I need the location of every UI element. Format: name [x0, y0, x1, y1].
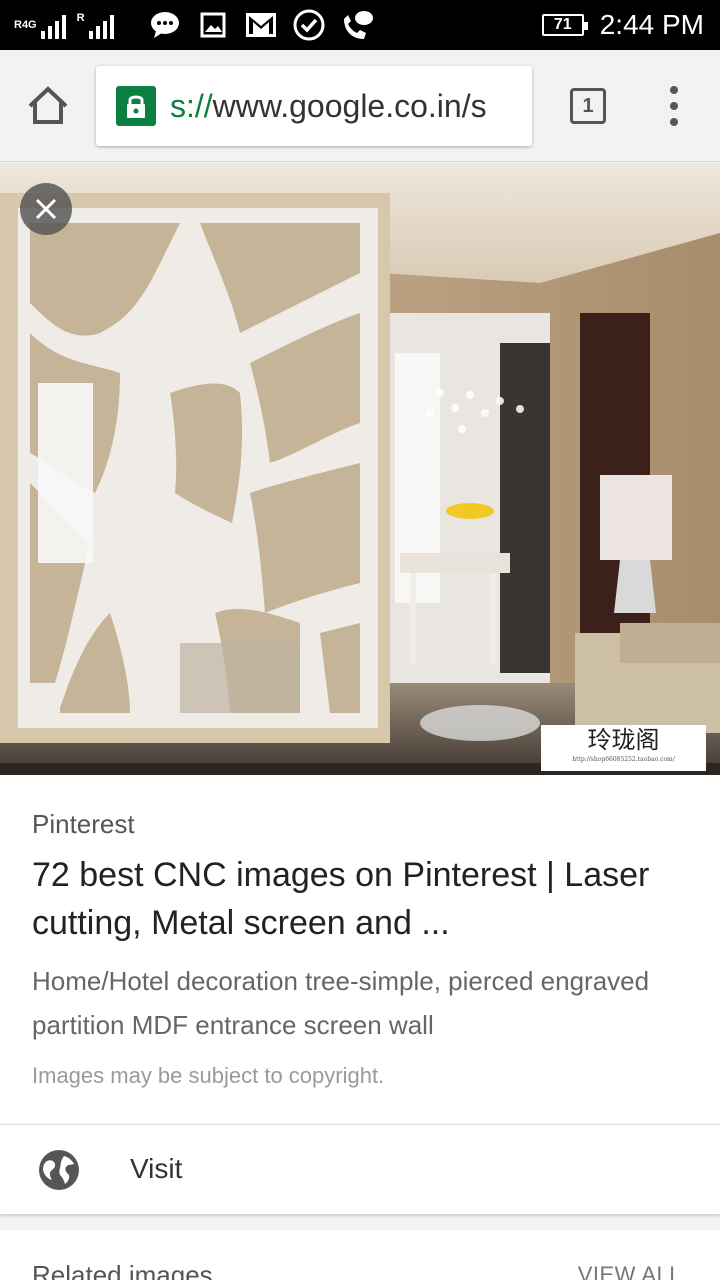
status-right: 71 2:44 PM	[541, 8, 704, 42]
globe-icon	[39, 1150, 79, 1190]
watermark-url: http://shop66085252.taobao.com/	[572, 756, 675, 763]
clock: 2:44 PM	[599, 9, 704, 40]
close-button[interactable]	[20, 183, 72, 235]
room-photo	[0, 163, 720, 775]
browser-toolbar: s://www.google.co.in/s 1	[0, 50, 720, 162]
result-title[interactable]: 72 best CNC images on Pinterest | Laser …	[32, 851, 700, 947]
status-bar: R4G R 71 2:44 PM	[0, 0, 720, 50]
home-button[interactable]	[24, 82, 72, 130]
copyright-notice: Images may be subject to copyright.	[32, 1063, 385, 1088]
watermark-text: 玲珑阁	[587, 726, 660, 754]
result-source: Pinterest	[32, 809, 135, 839]
missed-call-icon	[340, 8, 374, 42]
result-description: Home/Hotel decoration tree-simple, pierc…	[32, 966, 650, 1040]
roaming-indicator: R	[76, 11, 85, 24]
gmail-icon	[244, 8, 278, 42]
overflow-menu-icon[interactable]	[664, 86, 684, 126]
related-images-section: Related images VIEW ALL	[0, 1230, 720, 1280]
close-icon	[35, 198, 57, 220]
battery-icon: 71	[541, 14, 588, 36]
result-card: Pinterest 72 best CNC images on Pinteres…	[0, 775, 720, 1123]
watermark: 玲珑阁 http://shop66085252.taobao.com/	[541, 725, 706, 771]
signal-group: R4G R	[14, 8, 125, 42]
network-type: R4G	[14, 18, 37, 31]
url-host: www.google.co.in/s	[212, 88, 487, 124]
notification-icons	[148, 8, 388, 42]
url-text[interactable]: s://www.google.co.in/s	[170, 86, 487, 126]
image-preview[interactable]: 玲珑阁 http://shop66085252.taobao.com/	[0, 163, 720, 775]
visit-label: Visit	[130, 1153, 183, 1184]
image-icon	[196, 8, 230, 42]
home-icon	[28, 86, 68, 124]
view-all-button[interactable]: VIEW ALL	[578, 1262, 682, 1280]
url-bar[interactable]: s://www.google.co.in/s	[96, 66, 532, 146]
signal-strength-icon	[40, 11, 69, 39]
tab-switcher-button[interactable]: 1	[570, 88, 606, 124]
url-fade	[502, 66, 532, 146]
lock-icon[interactable]	[116, 86, 156, 126]
url-scheme: s://	[170, 88, 213, 124]
visit-button[interactable]: Visit	[0, 1124, 720, 1214]
check-circle-icon	[292, 8, 326, 42]
message-icon	[148, 8, 182, 42]
signal-strength-2-icon	[88, 11, 117, 39]
related-images-heading: Related images	[32, 1260, 213, 1280]
